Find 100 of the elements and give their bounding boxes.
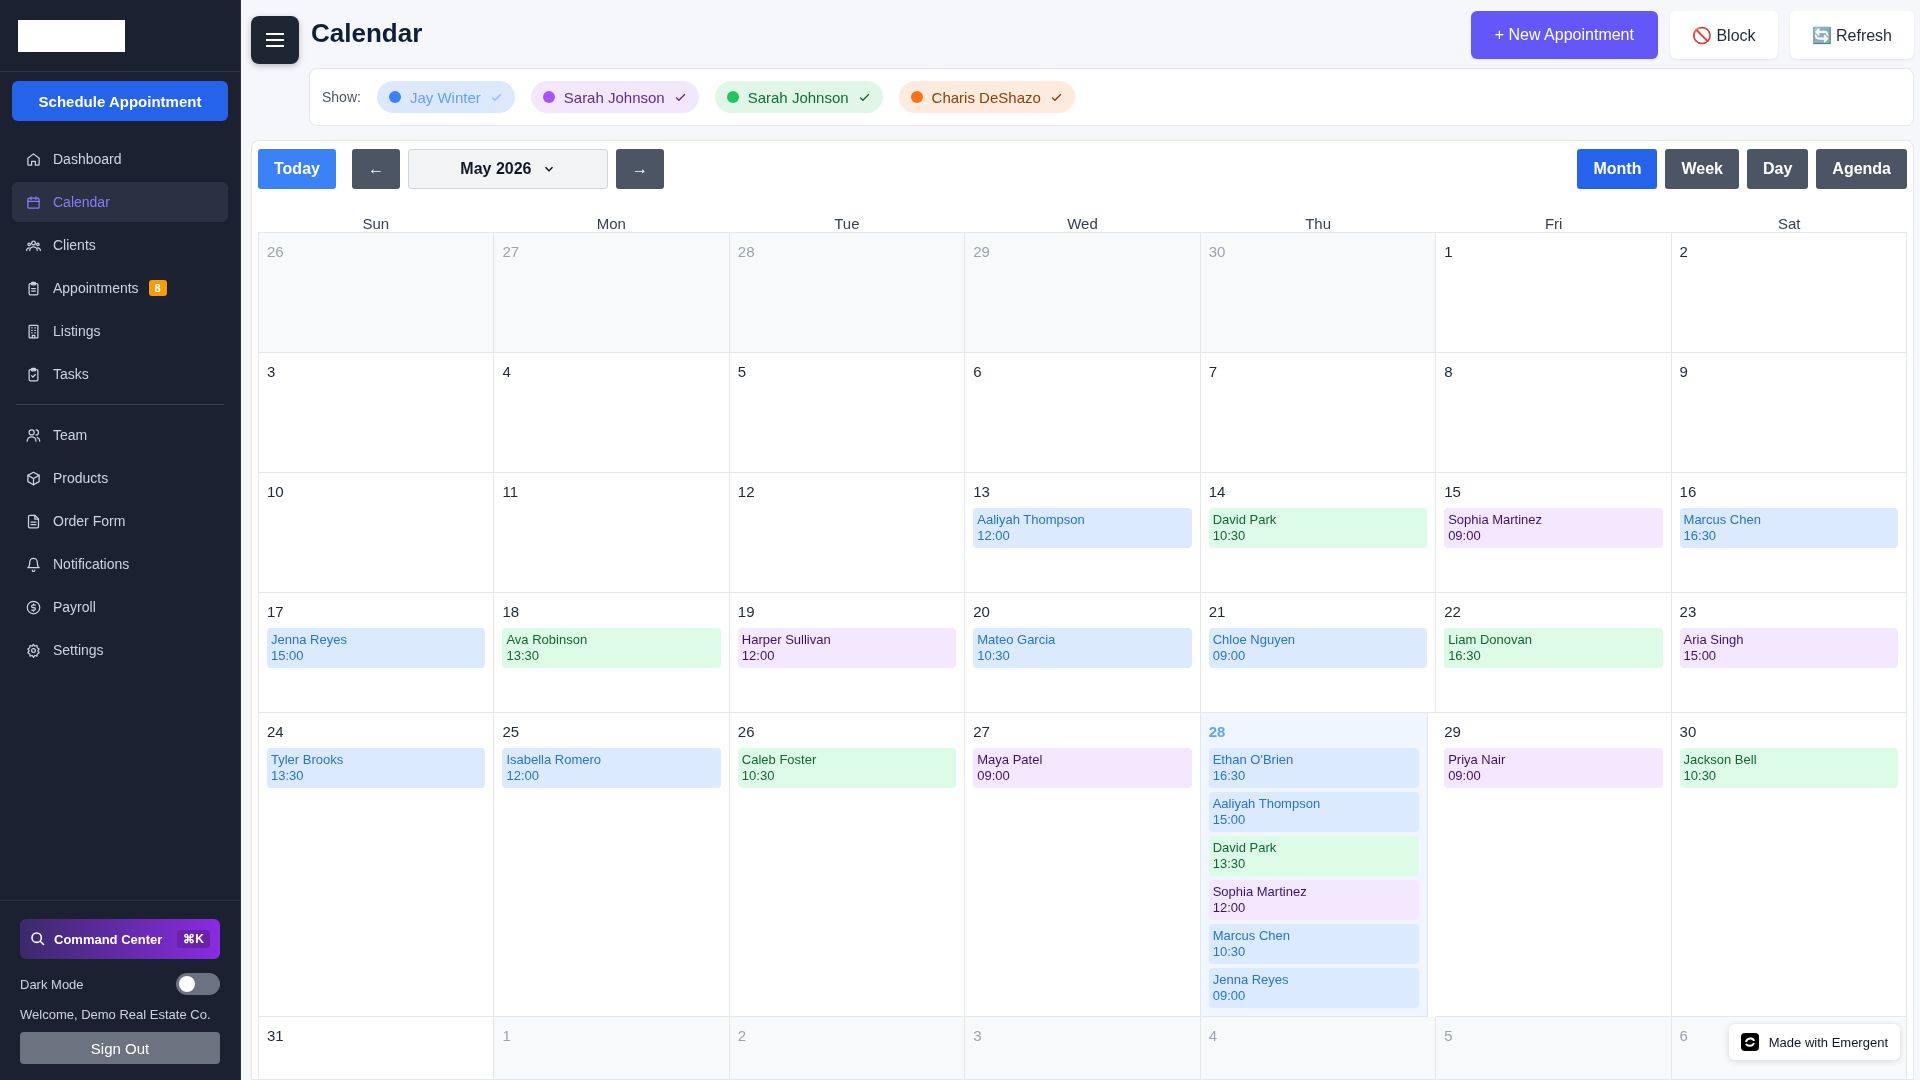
day-cell[interactable]: 13 Aaliyah Thompson 12:00 [965,473,1201,593]
appointment-event[interactable]: Harper Sullivan 12:00 [737,628,957,668]
sidebar-item[interactable]: Clients [12,225,228,265]
day-cell[interactable]: 19 Harper Sullivan 12:00 [729,593,966,713]
toolbar-button[interactable]: 🚫 Block [1669,11,1778,59]
staff-filter-chip[interactable]: Charis DeShazo [898,81,1075,113]
day-cell[interactable]: 27 Maya Patel 09:00 [965,713,1201,1017]
clipboard-check-icon [26,366,41,382]
day-cell[interactable]: 18 Ava Robinson 13:30 [494,593,730,713]
day-cell[interactable]: 25 Isabella Romero 12:00 [494,713,730,1017]
view-tab[interactable]: Agenda [1816,149,1907,189]
day-cell[interactable]: 28 Ethan O'Brien 16:30 Aaliyah Thompson 15:00 David Park 13:30 Sophia Martinez 12:00 Marcus Chen 10:30 Jenna Reyes 09:00 [1200,713,1429,1017]
day-cell[interactable]: 11 [494,473,730,593]
appointment-event[interactable]: Aria Singh 15:00 [1679,628,1898,668]
made-with-badge[interactable]: Made with Emergent [1728,1024,1900,1060]
day-cell[interactable]: 1 [1436,233,1672,353]
appointment-event[interactable]: David Park 10:30 [1208,508,1428,548]
appointment-event[interactable]: Aaliyah Thompson 15:00 [1208,792,1420,832]
day-cell[interactable]: 20 Mateo Garcia 10:30 [965,593,1201,713]
month-picker[interactable]: May 2026 [407,149,608,189]
day-cell[interactable]: 24 Tyler Brooks 13:30 [259,713,495,1017]
day-cell[interactable]: 15 Sophia Martinez 09:00 [1436,473,1672,593]
view-tab[interactable]: Week [1665,149,1739,189]
weekday-header: Sat [1776,215,1802,232]
sidebar-item[interactable]: Order Form [12,501,228,541]
appointment-event[interactable]: Caleb Foster 10:30 [737,748,957,788]
clipboard-icon [26,280,41,296]
day-cell[interactable]: 3 [259,353,495,473]
next-button[interactable]: → [615,149,664,189]
appointment-event[interactable]: Aaliyah Thompson 12:00 [973,508,1192,548]
day-cell[interactable]: 23 Aria Singh 15:00 [1671,593,1907,713]
staff-filter-chip[interactable]: Sarah Johnson [530,81,699,113]
day-cell[interactable]: 6 [965,353,1201,473]
filter-label: Show: [322,89,361,105]
weekday-header: Wed [1066,215,1099,232]
appointment-event[interactable]: Sophia Martinez 12:00 [1208,880,1420,920]
view-tab[interactable]: Day [1746,149,1809,189]
appointment-event[interactable]: Marcus Chen 10:30 [1208,924,1420,964]
appointment-event[interactable]: Jackson Bell 10:30 [1679,748,1898,788]
appointment-event[interactable]: Jenna Reyes 09:00 [1208,968,1420,1008]
users-icon [26,427,41,443]
staff-filter-chip[interactable]: Sarah Johnson [714,81,883,113]
day-cell[interactable]: 9 [1671,353,1907,473]
day-cell[interactable]: 5 [729,353,966,473]
day-cell[interactable]: 17 Jenna Reyes 15:00 [259,593,495,713]
appointment-event[interactable]: Liam Donovan 16:30 [1444,628,1663,668]
day-cell[interactable]: 21 Chloe Nguyen 09:00 [1200,593,1437,713]
sidebar-item[interactable]: Notifications [12,544,228,584]
day-cell[interactable]: 10 [259,473,495,593]
day-cell[interactable]: 29 Priya Nair 09:00 [1436,713,1672,1017]
day-cell[interactable]: 14 David Park 10:30 [1200,473,1437,593]
appointment-event[interactable]: Maya Patel 09:00 [973,748,1192,788]
appointment-event[interactable]: David Park 13:30 [1208,836,1420,876]
today-button[interactable]: Today [258,149,336,189]
dark-mode-toggle[interactable] [176,973,220,995]
day-cell[interactable]: 22 Liam Donovan 16:30 [1436,593,1672,713]
sidebar-item[interactable]: Products [12,458,228,498]
sidebar-item[interactable]: Appointments 8 [12,268,228,308]
dark-mode-label: Dark Mode [20,976,84,992]
sidebar-item[interactable]: Payroll [12,587,228,627]
view-tab[interactable]: Month [1577,149,1658,189]
shortcut-hint: ⌘K [177,930,210,948]
day-cell[interactable]: 8 [1436,353,1672,473]
sidebar-item[interactable]: Calendar [12,182,228,222]
day-cell[interactable]: 4 [494,353,730,473]
command-center-button[interactable]: Command Center ⌘K [20,919,220,959]
day-cell[interactable]: 30 Jackson Bell 10:30 [1671,713,1907,1017]
sidebar-item[interactable]: Dashboard [12,139,228,179]
schedule-appointment-button[interactable]: Schedule Appointment [12,81,228,121]
appointment-event[interactable]: Isabella Romero 12:00 [502,748,721,788]
appointment-event[interactable]: Sophia Martinez 09:00 [1444,508,1663,548]
appointment-event[interactable]: Tyler Brooks 13:30 [267,748,486,788]
sign-out-button[interactable]: Sign Out [20,1032,220,1064]
appointment-event[interactable]: Priya Nair 09:00 [1444,748,1663,788]
sidebar-item[interactable]: Tasks [12,354,228,394]
day-cell[interactable]: 26 Caleb Foster 10:30 [729,713,966,1017]
day-cell[interactable]: 7 [1200,353,1437,473]
appointment-event[interactable]: Chloe Nguyen 09:00 [1208,628,1428,668]
weekday-header: Tue [833,215,861,232]
appointment-event[interactable]: Ethan O'Brien 16:30 [1208,748,1420,788]
weekday-header: Sun [361,215,391,232]
new-appointment-button[interactable]: + New Appointment [1470,11,1658,59]
toolbar-button[interactable]: 🔄 Refresh [1789,11,1914,59]
day-cell[interactable]: 12 [729,473,966,593]
building-icon [26,323,41,339]
appointment-event[interactable]: Mateo Garcia 10:30 [973,628,1192,668]
search-icon [30,931,46,947]
previous-button[interactable]: ← [351,149,400,189]
appointment-event[interactable]: Marcus Chen 16:30 [1679,508,1898,548]
sidebar-item[interactable]: Team [12,415,228,455]
bell-icon [26,556,41,572]
logo-icon [1740,1033,1759,1051]
day-cell[interactable]: 2 [1671,233,1907,353]
day-cell[interactable]: 16 Marcus Chen 16:30 [1671,473,1907,593]
appointment-event[interactable]: Jenna Reyes 15:00 [267,628,486,668]
sidebar-item[interactable]: Settings [12,630,228,670]
sidebar-item[interactable]: Listings [12,311,228,351]
menu-button[interactable] [251,16,299,64]
settings-icon [26,642,41,658]
appointment-event[interactable]: Ava Robinson 13:30 [502,628,721,668]
